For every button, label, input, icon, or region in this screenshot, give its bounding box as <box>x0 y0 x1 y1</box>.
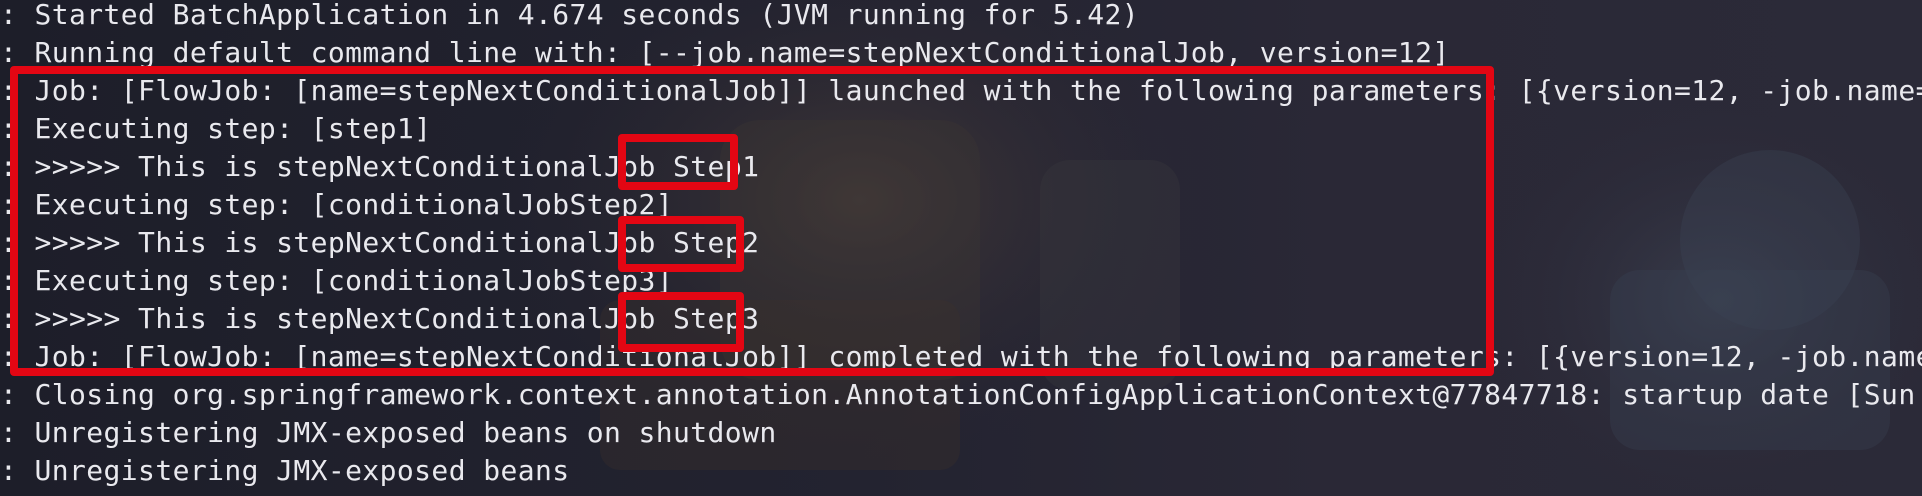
job-execution-highlight-frame <box>10 66 1494 376</box>
step3-highlight-frame <box>618 292 744 352</box>
log-line: : Started BatchApplication in 4.674 seco… <box>0 0 1139 34</box>
log-prefix: : <box>0 378 35 411</box>
step1-highlight-frame <box>618 134 738 190</box>
log-line-text: Closing org.springframework.context.anno… <box>34 378 1922 411</box>
log-line-text: Started BatchApplication in 4.674 second… <box>34 0 1139 31</box>
log-line: : Unregistering JMX-exposed beans <box>0 452 570 490</box>
log-line-text: Running default command line with: [--jo… <box>34 36 1450 69</box>
log-line-text: Unregistering JMX-exposed beans <box>34 454 570 487</box>
log-prefix: : <box>0 0 35 31</box>
log-line: : Unregistering JMX-exposed beans on shu… <box>0 414 777 452</box>
step2-highlight-frame <box>618 216 744 272</box>
log-prefix: : <box>0 36 35 69</box>
log-line-text: Unregistering JMX-exposed beans on shutd… <box>34 416 777 449</box>
log-prefix: : <box>0 416 35 449</box>
log-prefix: : <box>0 454 35 487</box>
log-line: : Closing org.springframework.context.an… <box>0 376 1922 414</box>
terminal-window: : Started BatchApplication in 4.674 seco… <box>0 0 1922 496</box>
